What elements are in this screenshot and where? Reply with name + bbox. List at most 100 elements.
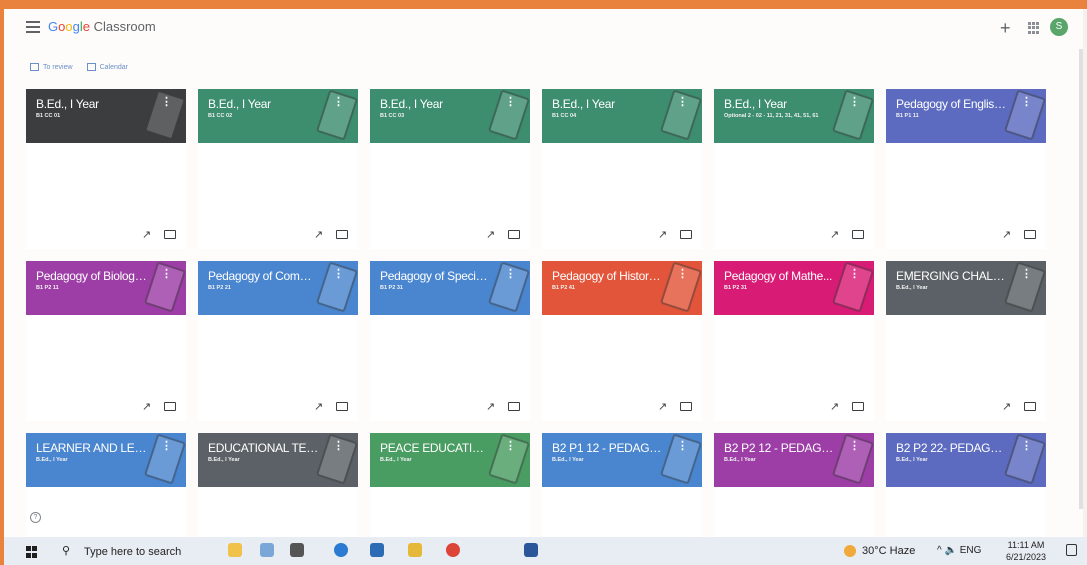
class-card[interactable]: PEACE EDUCATION-...B.Ed., I Year⋮↗ — [370, 433, 530, 537]
class-card[interactable]: B.Ed., I Year B1 CC 01 ⋮ ↗ — [26, 89, 186, 249]
calendar-link[interactable]: Calendar — [86, 63, 128, 71]
to-review-link[interactable]: To review — [30, 63, 73, 71]
file-explorer-icon[interactable] — [408, 543, 422, 557]
more-options-icon[interactable]: ⋮ — [505, 439, 516, 452]
word-icon[interactable] — [524, 543, 538, 557]
class-card-header[interactable]: B.Ed., I Year B1 CC 02 ⋮ — [198, 89, 358, 143]
class-title[interactable]: EMERGING CHALLE... — [896, 269, 1008, 283]
class-card[interactable]: Pedagogy of History ... B1 P2 41 ⋮ ↗ — [542, 261, 702, 421]
widgets-icon[interactable] — [228, 543, 242, 557]
class-card-header[interactable]: LEARNER AND LEAR... B.Ed., I Year ⋮ — [26, 433, 186, 487]
class-card-header[interactable]: Pedagogy of Comme... B1 P2 21 ⋮ — [198, 261, 358, 315]
taskbar-search[interactable]: ⚲ Type here to search — [58, 542, 198, 561]
class-title[interactable]: B.Ed., I Year — [552, 97, 664, 111]
edge-browser-icon[interactable] — [334, 543, 348, 557]
class-card[interactable]: B.Ed., I Year B1 CC 04 ⋮ ↗ — [542, 89, 702, 249]
folder-icon[interactable] — [336, 402, 348, 411]
class-title[interactable]: B2 P2 22- PEDAGOG... — [896, 441, 1008, 455]
class-title[interactable]: Pedagogy of Mathe... — [724, 269, 836, 283]
folder-icon[interactable] — [336, 230, 348, 239]
folder-icon[interactable] — [852, 230, 864, 239]
class-title[interactable]: PEACE EDUCATION-... — [380, 441, 492, 455]
more-options-icon[interactable]: ⋮ — [1021, 267, 1032, 280]
folder-icon[interactable] — [1024, 402, 1036, 411]
more-options-icon[interactable]: ⋮ — [849, 95, 860, 108]
user-icon[interactable] — [260, 543, 274, 557]
class-title[interactable]: B.Ed., I Year — [208, 97, 320, 111]
class-card-header[interactable]: Pedagogy of Biologic... B1 P2 11 ⋮ — [26, 261, 186, 315]
trending-icon[interactable]: ↗ — [314, 228, 323, 241]
language-indicator[interactable]: ENG — [960, 545, 982, 556]
folder-icon[interactable] — [680, 230, 692, 239]
folder-icon[interactable] — [508, 230, 520, 239]
scrollbar[interactable] — [1079, 49, 1083, 509]
class-title[interactable]: B.Ed., I Year — [724, 97, 836, 111]
class-title[interactable]: Pedagogy of Comme... — [208, 269, 320, 283]
class-card-header[interactable]: Pedagogy of History ... B1 P2 41 ⋮ — [542, 261, 702, 315]
class-card[interactable]: Pedagogy of English... B1 P1 11 ⋮ ↗ — [886, 89, 1046, 249]
class-card[interactable]: B2 P1 12 - PEDAGOG...B.Ed., I Year⋮↗ — [542, 433, 702, 537]
class-card[interactable]: EDUCATIONAL TECH...B.Ed., I Year⋮↗ — [198, 433, 358, 537]
class-card[interactable]: Pedagogy of Mathe... B1 P2 31 ⋮ ↗ — [714, 261, 874, 421]
class-card-header[interactable]: B2 P2 22- PEDAGOG... B.Ed., I Year ⋮ — [886, 433, 1046, 487]
class-card-header[interactable]: B.Ed., I Year B1 CC 04 ⋮ — [542, 89, 702, 143]
class-card[interactable]: LEARNER AND LEAR...B.Ed., I Year⋮↗ — [26, 433, 186, 537]
folder-icon[interactable] — [852, 402, 864, 411]
more-options-icon[interactable]: ⋮ — [505, 95, 516, 108]
class-card-header[interactable]: PEACE EDUCATION-... B.Ed., I Year ⋮ — [370, 433, 530, 487]
hamburger-menu-icon[interactable] — [26, 21, 40, 33]
class-card[interactable]: B.Ed., I Year B1 CC 02 ⋮ ↗ — [198, 89, 358, 249]
help-icon[interactable]: ? — [30, 512, 41, 523]
class-title[interactable]: EDUCATIONAL TECH... — [208, 441, 320, 455]
folder-icon[interactable] — [508, 402, 520, 411]
class-card-header[interactable]: B.Ed., I Year B1 CC 03 ⋮ — [370, 89, 530, 143]
more-options-icon[interactable]: ⋮ — [333, 267, 344, 280]
trending-icon[interactable]: ↗ — [314, 400, 323, 413]
class-card-header[interactable]: Pedagogy of Mathe... B1 P2 31 ⋮ — [714, 261, 874, 315]
class-title[interactable]: B2 P1 12 - PEDAGOG... — [552, 441, 664, 455]
more-options-icon[interactable]: ⋮ — [333, 95, 344, 108]
add-class-icon[interactable]: + — [1000, 18, 1011, 39]
task-view-icon[interactable] — [290, 543, 304, 557]
folder-icon[interactable] — [164, 230, 176, 239]
more-options-icon[interactable]: ⋮ — [849, 439, 860, 452]
class-title[interactable]: Pedagogy of History ... — [552, 269, 664, 283]
class-card-header[interactable]: B2 P2 12 - PEDAGOG... B.Ed., I Year ⋮ — [714, 433, 874, 487]
more-options-icon[interactable]: ⋮ — [677, 95, 688, 108]
class-title[interactable]: B2 P2 12 - PEDAGOG... — [724, 441, 836, 455]
class-card-header[interactable]: Pedagogy of Special ... B1 P2 31 ⋮ — [370, 261, 530, 315]
folder-icon[interactable] — [1024, 230, 1036, 239]
trending-icon[interactable]: ↗ — [830, 228, 839, 241]
chrome-browser-icon[interactable] — [446, 543, 460, 557]
more-options-icon[interactable]: ⋮ — [1021, 439, 1032, 452]
system-tray[interactable]: ^ 🔈 ENG — [937, 545, 981, 556]
more-options-icon[interactable]: ⋮ — [677, 267, 688, 280]
class-card[interactable]: B.Ed., I Year B1 CC 03 ⋮ ↗ — [370, 89, 530, 249]
more-options-icon[interactable]: ⋮ — [677, 439, 688, 452]
clock[interactable]: 11:11 AM 6/21/2023 — [1006, 539, 1046, 563]
class-card[interactable]: EMERGING CHALLE... B.Ed., I Year ⋮ ↗ — [886, 261, 1046, 421]
apps-grid-icon[interactable] — [1028, 22, 1040, 34]
trending-icon[interactable]: ↗ — [658, 400, 667, 413]
trending-icon[interactable]: ↗ — [142, 400, 151, 413]
class-card-header[interactable]: B.Ed., I Year B1 CC 01 ⋮ — [26, 89, 186, 143]
class-card-header[interactable]: EMERGING CHALLE... B.Ed., I Year ⋮ — [886, 261, 1046, 315]
trending-icon[interactable]: ↗ — [142, 228, 151, 241]
trending-icon[interactable]: ↗ — [1002, 400, 1011, 413]
class-card[interactable]: B2 P2 12 - PEDAGOG...B.Ed., I Year⋮↗ — [714, 433, 874, 537]
class-card[interactable]: B2 P2 22- PEDAGOG...B.Ed., I Year⋮↗ — [886, 433, 1046, 537]
windows-start-icon[interactable] — [26, 546, 38, 558]
class-title[interactable]: LEARNER AND LEAR... — [36, 441, 148, 455]
more-options-icon[interactable]: ⋮ — [1021, 95, 1032, 108]
trending-icon[interactable]: ↗ — [486, 400, 495, 413]
trending-icon[interactable]: ↗ — [658, 228, 667, 241]
class-card[interactable]: B.Ed., I Year Optional 2 - 02 - 11, 21, 3… — [714, 89, 874, 249]
class-card[interactable]: Pedagogy of Comme... B1 P2 21 ⋮ ↗ — [198, 261, 358, 421]
weather-widget[interactable]: 30°C Haze — [844, 545, 915, 558]
notification-icon[interactable] — [1066, 544, 1077, 556]
class-title[interactable]: Pedagogy of English... — [896, 97, 1008, 111]
more-options-icon[interactable]: ⋮ — [505, 267, 516, 280]
class-title[interactable]: Pedagogy of Special ... — [380, 269, 492, 283]
class-card-header[interactable]: Pedagogy of English... B1 P1 11 ⋮ — [886, 89, 1046, 143]
folder-icon[interactable] — [164, 402, 176, 411]
